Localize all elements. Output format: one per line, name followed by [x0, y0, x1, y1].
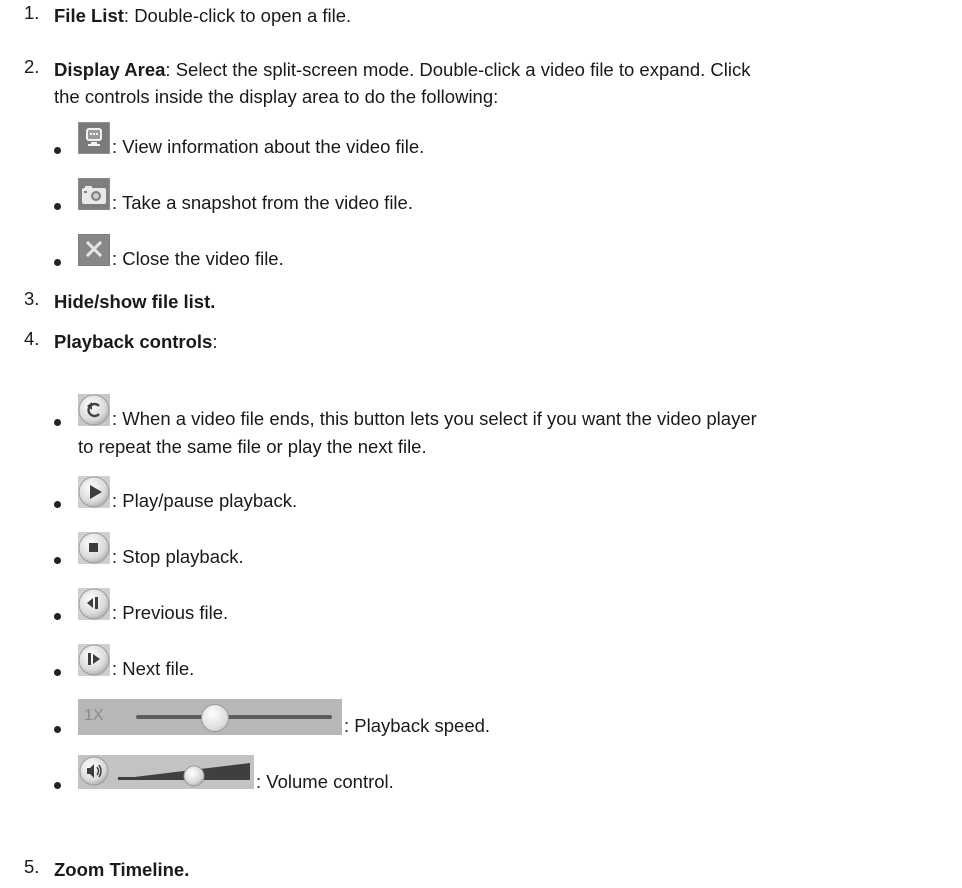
bullet	[54, 557, 61, 564]
item-title: Zoom Timeline.	[54, 859, 190, 880]
slider-track	[136, 715, 332, 719]
item-description: Double-click to open a file.	[134, 5, 352, 26]
control-description: : Close the video file.	[112, 248, 284, 269]
control-description: : Take a snapshot from the video file.	[112, 192, 413, 213]
item-title: Hide/show file list.	[54, 291, 216, 312]
slider-handle	[201, 704, 229, 732]
item-title: Display Area	[54, 59, 166, 80]
close-icon	[78, 234, 110, 266]
bullet	[54, 259, 61, 266]
item-number: 1.	[24, 2, 40, 23]
control-description: : Stop playback.	[112, 546, 244, 567]
control-description: : Previous file.	[112, 602, 229, 623]
item-description: Select the split-screen mode. Double-cli…	[175, 59, 751, 80]
item-title: File List	[54, 5, 124, 26]
volume-slider	[78, 755, 254, 789]
item-number: 4.	[24, 328, 40, 349]
item-number: 3.	[24, 288, 40, 309]
bullet	[54, 726, 61, 733]
control-description: : Playback speed.	[344, 715, 491, 736]
item-number: 2.	[24, 56, 40, 77]
control-description-continued: to repeat the same file or play the next…	[78, 436, 427, 457]
stop-icon	[78, 532, 110, 564]
speed-label: 1X	[84, 707, 104, 724]
item-description-continued: the controls inside the display area to …	[54, 86, 499, 107]
bullet	[54, 669, 61, 676]
control-description: : When a video file ends, this button le…	[112, 408, 757, 429]
play-icon	[78, 476, 110, 508]
control-description: : Next file.	[112, 658, 195, 679]
previous-icon	[78, 588, 110, 620]
bullet	[54, 419, 61, 426]
control-description: : Volume control.	[256, 771, 394, 792]
bullet	[54, 203, 61, 210]
camera-icon	[78, 178, 110, 210]
control-description: : Play/pause playback.	[112, 490, 298, 511]
repeat-icon	[78, 394, 110, 426]
item-title: Playback controls	[54, 331, 213, 352]
speed-slider: 1X	[78, 699, 342, 735]
next-icon	[78, 644, 110, 676]
volume-graphic	[79, 756, 250, 787]
bullet	[54, 501, 61, 508]
item-number: 5.	[24, 856, 40, 877]
info-icon	[78, 122, 110, 154]
control-description: : View information about the video file.	[112, 136, 425, 157]
bullet	[54, 613, 61, 620]
bullet	[54, 147, 61, 154]
bullet	[54, 782, 61, 789]
